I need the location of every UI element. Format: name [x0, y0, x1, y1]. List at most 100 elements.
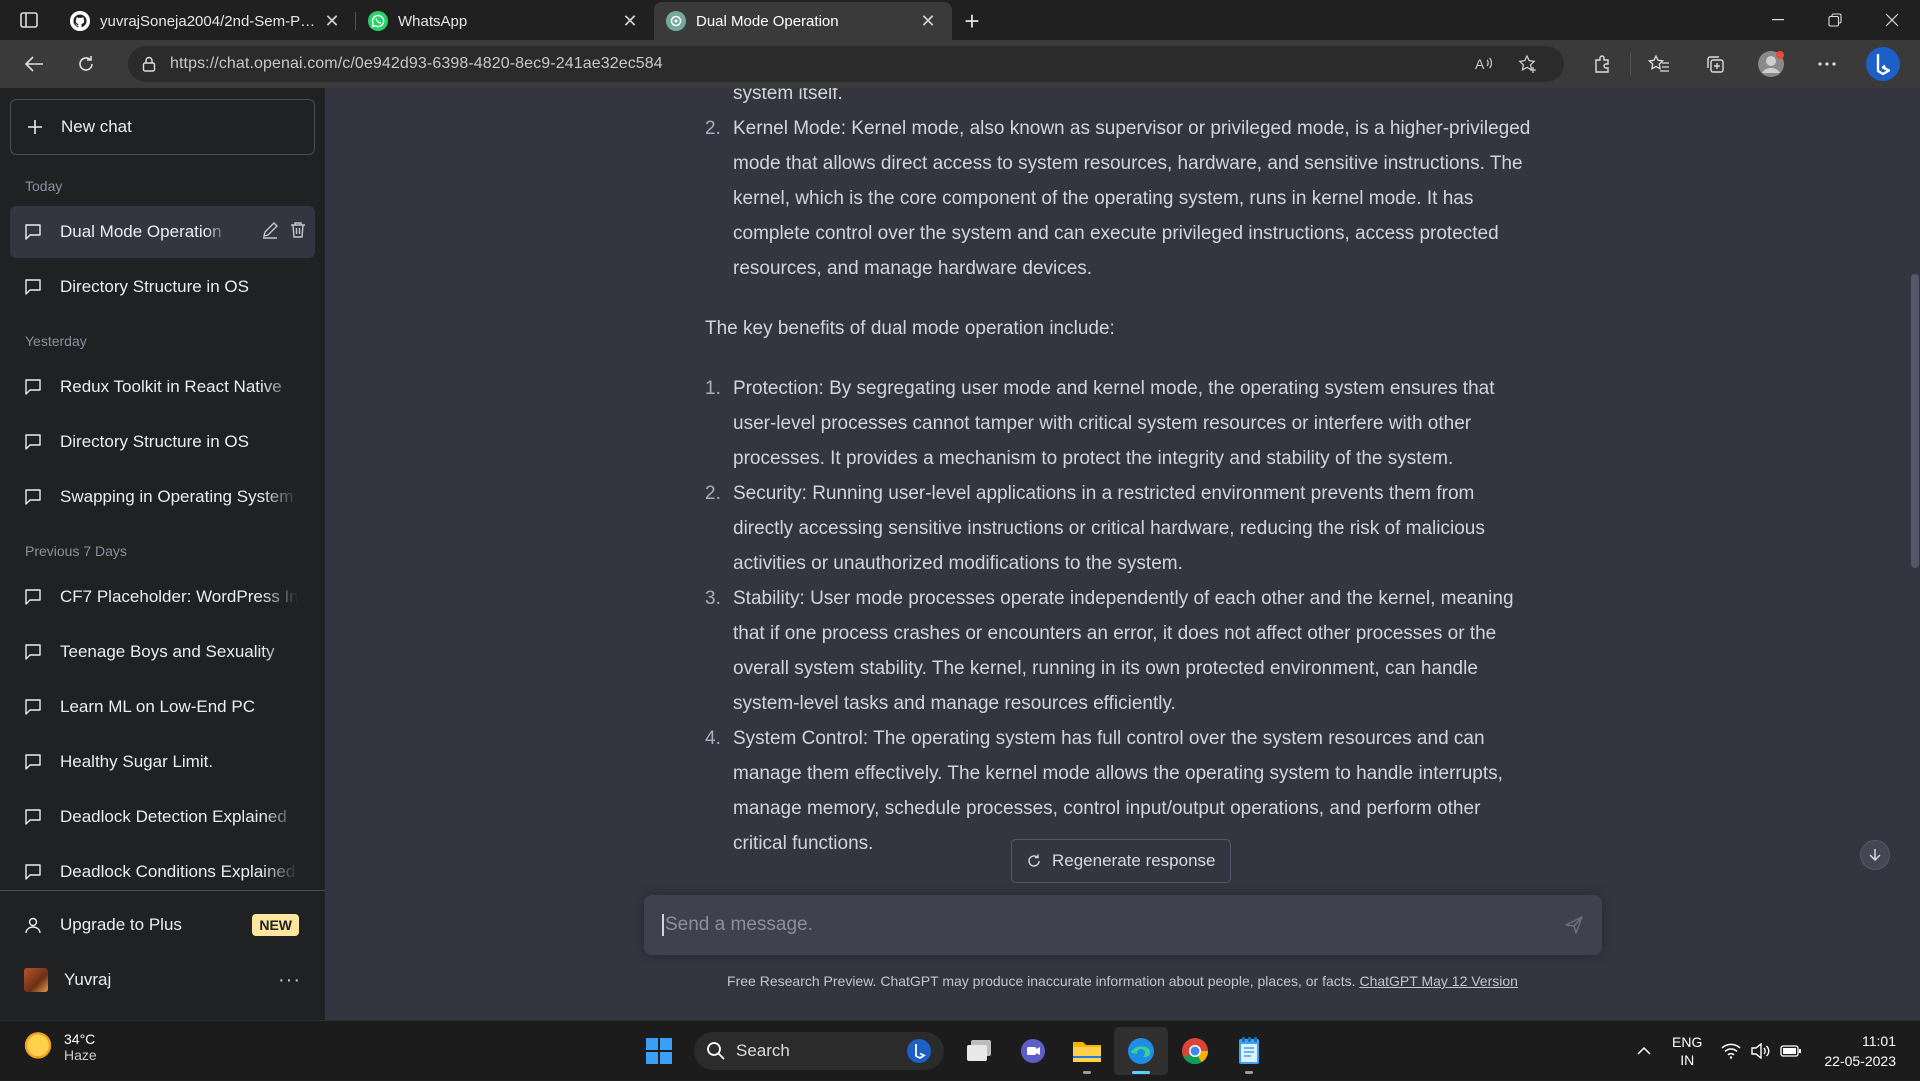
new-tab-button[interactable]: + — [952, 2, 992, 40]
add-favorite-icon[interactable] — [1506, 49, 1550, 79]
list-item-text: Security: Running user-level application… — [733, 483, 1485, 574]
more-options-icon[interactable] — [1799, 44, 1855, 84]
list-number: 2. — [705, 483, 721, 504]
edit-icon[interactable] — [261, 221, 279, 244]
tab-github[interactable]: yuvrajSoneja2004/2nd-Sem-Prep ✕ — [58, 2, 356, 40]
lock-icon[interactable] — [142, 56, 156, 72]
list-number: 1. — [705, 378, 721, 399]
section-heading-today: Today — [25, 178, 63, 194]
disclaimer-text: Free Research Preview. ChatGPT may produ… — [727, 973, 1356, 989]
list-item-text: System Control: The operating system has… — [733, 728, 1503, 854]
tab-dual-mode-operation[interactable]: Dual Mode Operation ✕ — [654, 2, 952, 40]
close-icon[interactable]: ✕ — [618, 9, 642, 33]
language-indicator[interactable]: ENG IN — [1672, 1033, 1702, 1069]
close-icon[interactable]: ✕ — [320, 9, 344, 33]
chevron-up-icon[interactable] — [1626, 1046, 1662, 1056]
notepad-icon[interactable] — [1222, 1027, 1276, 1075]
weather-widget[interactable]: 34°C Haze — [22, 1031, 97, 1063]
close-icon[interactable]: ✕ — [916, 9, 940, 33]
extensions-icon[interactable] — [1574, 44, 1630, 84]
more-icon[interactable]: ··· — [278, 969, 301, 992]
search-icon — [706, 1041, 726, 1061]
taskbar-search[interactable]: Search — [694, 1032, 944, 1070]
sidebar-item-label: Healthy Sugar Limit. — [60, 752, 214, 771]
new-chat-button[interactable]: New chat — [10, 99, 315, 155]
sidebar-item-healthy-sugar[interactable]: Healthy Sugar Limit. — [10, 736, 315, 788]
scroll-to-bottom-button[interactable] — [1860, 840, 1890, 870]
close-window-icon[interactable] — [1863, 0, 1920, 40]
browser-tab-bar: yuvrajSoneja2004/2nd-Sem-Prep ✕ WhatsApp… — [0, 0, 1920, 40]
restore-icon[interactable] — [1806, 0, 1863, 40]
collections-icon[interactable] — [1687, 44, 1743, 84]
teams-chat-icon[interactable] — [1006, 1027, 1060, 1075]
message-input[interactable]: Send a message. — [662, 914, 1564, 936]
sidebar-item-directory-structure-2[interactable]: Directory Structure in OS — [10, 416, 315, 468]
scrollbar[interactable] — [1908, 88, 1920, 1020]
file-explorer-icon[interactable] — [1060, 1027, 1114, 1075]
sidebar-item-deadlock-detection[interactable]: Deadlock Detection Explained — [10, 791, 315, 843]
chrome-icon[interactable] — [1168, 1027, 1222, 1075]
sidebar: New chat Today Dual Mode Operation Direc… — [0, 88, 325, 1020]
sidebar-item-swapping[interactable]: Swapping in Operating System — [10, 471, 315, 523]
wifi-icon[interactable] — [1716, 1043, 1746, 1059]
chat-bubble-icon — [24, 378, 44, 396]
whatsapp-icon — [368, 11, 388, 31]
version-link[interactable]: ChatGPT May 12 Version — [1359, 973, 1517, 989]
battery-icon[interactable] — [1776, 1045, 1806, 1057]
sidebar-item-directory-structure[interactable]: Directory Structure in OS — [10, 261, 315, 313]
sidebar-item-teenage-boys[interactable]: Teenage Boys and Sexuality — [10, 626, 315, 678]
user-menu[interactable]: Yuvraj ··· — [10, 954, 315, 1006]
sidebar-item-dual-mode-operation[interactable]: Dual Mode Operation — [10, 206, 315, 258]
send-icon[interactable] — [1564, 915, 1584, 935]
section-heading-previous-7-days: Previous 7 Days — [25, 543, 127, 559]
address-bar[interactable]: https://chat.openai.com/c/0e942d93-6398-… — [128, 46, 1564, 82]
plus-icon — [27, 119, 45, 135]
task-view-icon[interactable] — [952, 1027, 1006, 1075]
refresh-icon[interactable] — [60, 44, 112, 84]
minimize-icon[interactable] — [1749, 0, 1806, 40]
volume-icon[interactable] — [1746, 1043, 1776, 1059]
user-name: Yuvraj — [64, 970, 112, 989]
profile-icon[interactable] — [1743, 44, 1799, 84]
sidebar-item-label: CF7 Placeholder: WordPress In — [60, 587, 298, 606]
read-aloud-icon[interactable]: A — [1462, 49, 1506, 79]
list-item-text: Kernel Mode: Kernel mode, also known as … — [733, 118, 1531, 279]
list-item: 1. Protection: By segregating user mode … — [705, 371, 1535, 476]
sidebar-item-learn-ml[interactable]: Learn ML on Low-End PC — [10, 681, 315, 733]
sidebar-item-label: Teenage Boys and Sexuality — [60, 642, 275, 661]
tab-title: yuvrajSoneja2004/2nd-Sem-Prep — [100, 12, 320, 30]
chat-bubble-icon — [24, 223, 44, 241]
favorites-icon[interactable] — [1631, 44, 1687, 84]
search-label: Search — [736, 1041, 790, 1060]
sidebar-item-cf7-placeholder[interactable]: CF7 Placeholder: WordPress In — [10, 571, 315, 623]
list-number: 4. — [705, 728, 721, 749]
chat-main: system itself. 2. Kernel Mode: Kernel mo… — [325, 88, 1920, 1020]
delete-icon[interactable] — [289, 221, 307, 244]
disclaimer: Free Research Preview. ChatGPT may produ… — [325, 973, 1920, 989]
sidebar-footer: Upgrade to Plus NEW Yuvraj ··· — [0, 890, 325, 1020]
arrow-down-icon — [1868, 848, 1882, 862]
window-controls — [1749, 0, 1920, 40]
edge-icon[interactable] — [1114, 1027, 1168, 1075]
chat-bubble-icon — [24, 643, 44, 661]
weather-condition: Haze — [64, 1047, 97, 1063]
sidebar-item-redux-toolkit[interactable]: Redux Toolkit in React Native — [10, 361, 315, 413]
list-number: 2. — [705, 118, 721, 139]
list-number: 3. — [705, 588, 721, 609]
clock[interactable]: 11:01 22-05-2023 — [1824, 1031, 1896, 1071]
chat-bubble-icon — [24, 588, 44, 606]
upgrade-label: Upgrade to Plus — [60, 915, 182, 934]
scrollbar-thumb[interactable] — [1911, 274, 1919, 568]
message-composer[interactable]: Send a message. — [644, 895, 1602, 955]
regenerate-response-button[interactable]: Regenerate response — [1011, 839, 1231, 883]
chat-bubble-icon — [24, 488, 44, 506]
bing-chat-icon[interactable] — [1855, 44, 1911, 84]
github-icon — [70, 11, 90, 31]
openai-icon — [666, 11, 686, 31]
back-arrow-icon[interactable] — [8, 44, 60, 84]
start-icon[interactable] — [632, 1027, 686, 1075]
tab-whatsapp[interactable]: WhatsApp ✕ — [356, 2, 654, 40]
regenerate-label: Regenerate response — [1052, 851, 1216, 870]
tab-actions-icon[interactable] — [0, 0, 58, 40]
upgrade-to-plus-button[interactable]: Upgrade to Plus NEW — [10, 899, 315, 951]
